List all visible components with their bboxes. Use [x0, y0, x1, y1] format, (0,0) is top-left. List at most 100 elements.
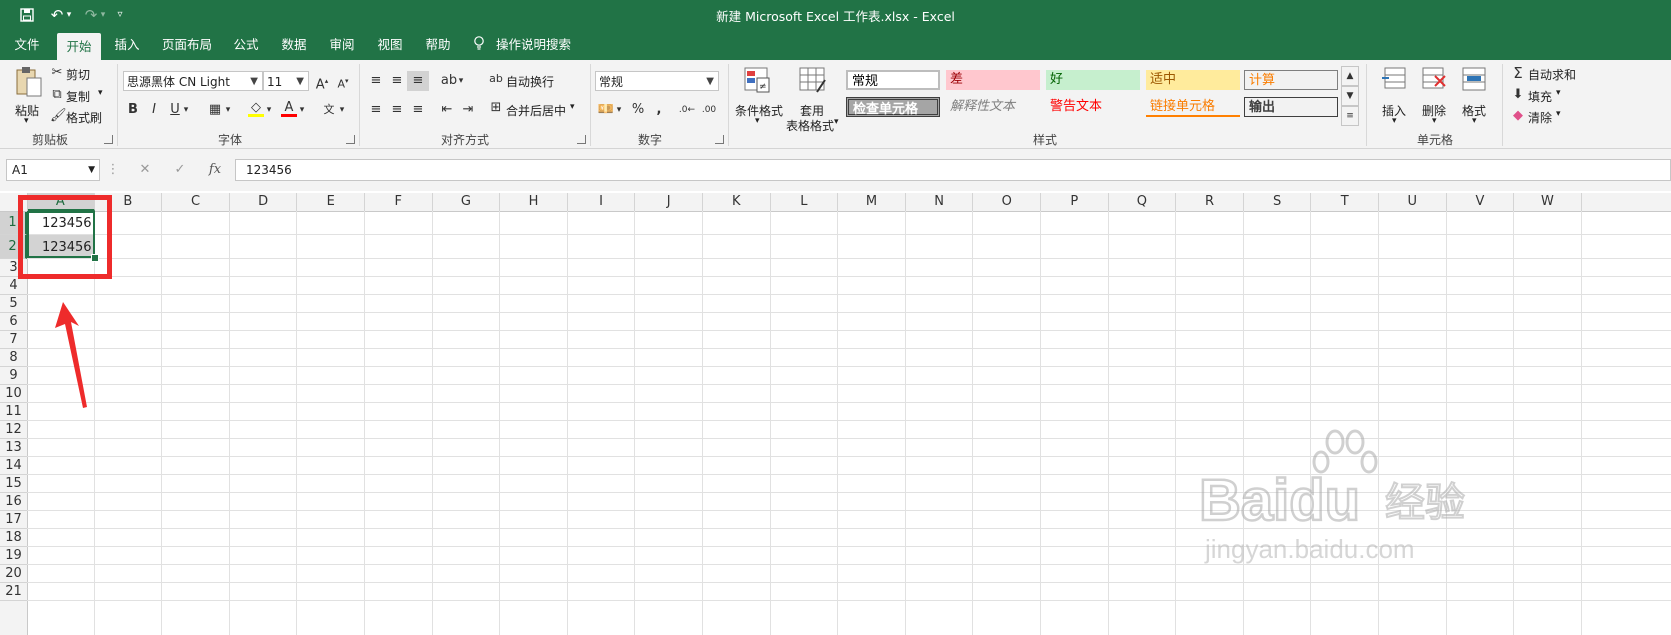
- row-header-9[interactable]: 9: [0, 367, 27, 385]
- decrease-decimal-icon[interactable]: .00: [698, 100, 720, 120]
- column-header-l[interactable]: L: [771, 193, 839, 211]
- clipboard-launcher-icon[interactable]: [104, 135, 113, 144]
- row-header-13[interactable]: 13: [0, 439, 27, 457]
- row-header-19[interactable]: 19: [0, 547, 27, 565]
- row-header-17[interactable]: 17: [0, 511, 27, 529]
- column-header-m[interactable]: M: [838, 193, 906, 211]
- name-box[interactable]: A1 ▼: [6, 159, 100, 181]
- align-right-icon[interactable]: ≡: [407, 100, 429, 120]
- row-header-6[interactable]: 6: [0, 313, 27, 331]
- merge-dropdown-icon[interactable]: ▾: [570, 102, 575, 112]
- row-header-18[interactable]: 18: [0, 529, 27, 547]
- column-header-r[interactable]: R: [1176, 193, 1244, 211]
- percent-button[interactable]: %: [627, 100, 649, 120]
- conditional-format-button[interactable]: ≠ 条件格式 ▾: [733, 66, 783, 130]
- row-header-14[interactable]: 14: [0, 457, 27, 475]
- paste-button[interactable]: 粘贴 ▾: [12, 66, 46, 128]
- border-dropdown-icon[interactable]: ▾: [222, 100, 234, 120]
- style-output[interactable]: 输出: [1244, 97, 1338, 117]
- style-calculation[interactable]: 计算: [1244, 70, 1338, 90]
- align-center-icon[interactable]: ≡: [386, 100, 408, 120]
- insert-cells-button[interactable]: 插入 ▾: [1376, 66, 1412, 130]
- fill-dropdown-icon[interactable]: ▾: [263, 100, 275, 120]
- column-header-n[interactable]: N: [906, 193, 974, 211]
- style-warning[interactable]: 警告文本: [1046, 97, 1140, 117]
- autosum-button[interactable]: 自动求和: [1528, 66, 1576, 83]
- bold-button[interactable]: B: [122, 100, 144, 120]
- italic-button[interactable]: I: [143, 100, 165, 120]
- tell-me-search[interactable]: 操作说明搜索: [496, 30, 576, 60]
- format-painter-button[interactable]: 格式刷: [66, 109, 102, 126]
- style-neutral[interactable]: 适中: [1146, 70, 1240, 90]
- align-left-icon[interactable]: ≡: [365, 100, 387, 120]
- column-header-g[interactable]: G: [433, 193, 501, 211]
- number-format-select[interactable]: 常规 ▼: [595, 71, 719, 91]
- increase-indent-icon[interactable]: ⇥: [457, 100, 479, 120]
- tab-data[interactable]: 数据: [274, 30, 314, 60]
- tab-review[interactable]: 审阅: [322, 30, 362, 60]
- row-header-5[interactable]: 5: [0, 295, 27, 313]
- row-header-11[interactable]: 11: [0, 403, 27, 421]
- delete-cells-button[interactable]: 删除 ▾: [1416, 66, 1452, 130]
- row-header-15[interactable]: 15: [0, 475, 27, 493]
- fill-button[interactable]: 填充: [1528, 88, 1552, 105]
- gallery-more-icon[interactable]: ≡: [1341, 106, 1359, 126]
- tab-help[interactable]: 帮助: [418, 30, 458, 60]
- tab-file[interactable]: 文件: [6, 30, 48, 60]
- orientation-dropdown-icon[interactable]: ▾: [456, 71, 466, 91]
- insert-function-button[interactable]: fx: [200, 159, 230, 181]
- column-header-f[interactable]: F: [365, 193, 433, 211]
- wrap-text-button[interactable]: 自动换行: [506, 73, 554, 90]
- style-bad[interactable]: 差: [946, 70, 1040, 90]
- font-launcher-icon[interactable]: [346, 135, 355, 144]
- row-header-12[interactable]: 12: [0, 421, 27, 439]
- align-top-icon[interactable]: ≡: [365, 71, 387, 91]
- cut-button[interactable]: 剪切: [66, 66, 90, 83]
- fill-dropdown-icon[interactable]: ▾: [1556, 88, 1561, 98]
- column-header-e[interactable]: E: [297, 193, 365, 211]
- increase-decimal-icon[interactable]: .0←: [676, 100, 698, 120]
- merge-center-button[interactable]: 合并后居中: [506, 102, 566, 119]
- row-header-20[interactable]: 20: [0, 565, 27, 583]
- column-header-p[interactable]: P: [1041, 193, 1109, 211]
- column-header-q[interactable]: Q: [1109, 193, 1177, 211]
- row-header-8[interactable]: 8: [0, 349, 27, 367]
- currency-dropdown-icon[interactable]: ▾: [614, 100, 624, 120]
- column-header-j[interactable]: J: [635, 193, 703, 211]
- tab-home[interactable]: 开始: [57, 33, 101, 60]
- column-header-i[interactable]: I: [568, 193, 636, 211]
- align-bottom-icon[interactable]: ≡: [407, 71, 429, 91]
- tab-page-layout[interactable]: 页面布局: [157, 30, 217, 60]
- copy-button[interactable]: 复制: [66, 88, 90, 105]
- align-middle-icon[interactable]: ≡: [386, 71, 408, 91]
- tab-formulas[interactable]: 公式: [226, 30, 266, 60]
- copy-dropdown-icon[interactable]: ▾: [98, 88, 103, 98]
- cancel-icon[interactable]: ✕: [130, 159, 160, 181]
- style-linked-cell[interactable]: 链接单元格: [1146, 97, 1240, 117]
- font-name-select[interactable]: 思源黑体 CN Light ▼: [123, 71, 263, 91]
- row-header-7[interactable]: 7: [0, 331, 27, 349]
- formula-input[interactable]: 123456: [235, 159, 1671, 181]
- clear-button[interactable]: 清除: [1528, 109, 1552, 126]
- enter-icon[interactable]: ✓: [165, 159, 195, 181]
- tab-view[interactable]: 视图: [370, 30, 410, 60]
- number-launcher-icon[interactable]: [715, 135, 724, 144]
- gallery-up-icon[interactable]: ▲: [1341, 66, 1359, 86]
- column-header-s[interactable]: S: [1244, 193, 1312, 211]
- column-header-o[interactable]: O: [973, 193, 1041, 211]
- decrease-font-icon[interactable]: A▾: [332, 71, 354, 91]
- row-header-4[interactable]: 4: [0, 277, 27, 295]
- phonetic-dropdown-icon[interactable]: ▾: [336, 100, 348, 120]
- decrease-indent-icon[interactable]: ⇤: [436, 100, 458, 120]
- row-header-10[interactable]: 10: [0, 385, 27, 403]
- style-explanatory[interactable]: 解释性文本: [946, 97, 1040, 117]
- column-header-c[interactable]: C: [162, 193, 230, 211]
- column-header-h[interactable]: H: [500, 193, 568, 211]
- row-header-16[interactable]: 16: [0, 493, 27, 511]
- format-cells-button[interactable]: 格式 ▾: [1456, 66, 1492, 130]
- font-color-dropdown-icon[interactable]: ▾: [296, 100, 308, 120]
- tab-insert[interactable]: 插入: [107, 30, 147, 60]
- font-size-select[interactable]: 11 ▼: [263, 71, 309, 91]
- column-header-w[interactable]: W: [1514, 193, 1582, 211]
- increase-font-icon[interactable]: A▴: [311, 71, 333, 92]
